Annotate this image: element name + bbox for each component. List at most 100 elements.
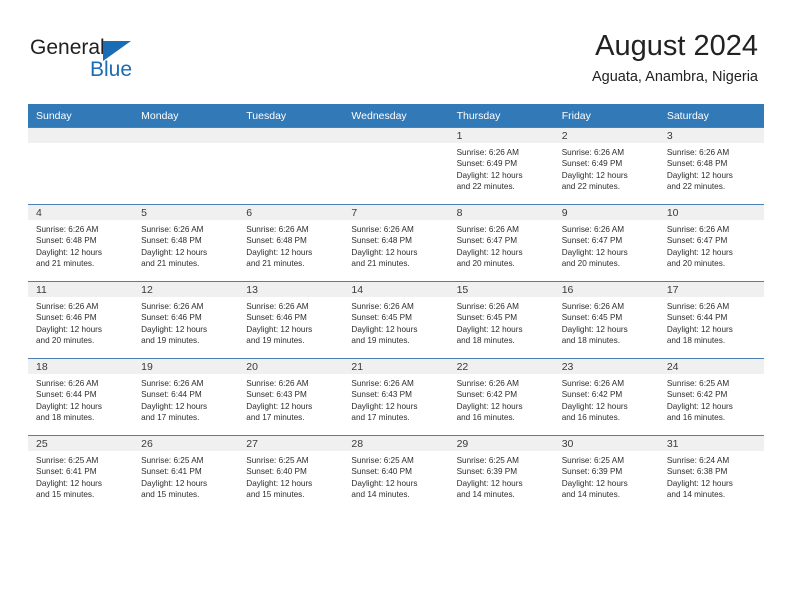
day-number — [28, 128, 134, 143]
daylight-text: and 20 minutes. — [36, 336, 95, 346]
daylight-text: Daylight: 12 hours — [351, 401, 418, 411]
daylight-text: and 21 minutes. — [36, 259, 95, 269]
day-details: Sunrise: 6:25 AM Sunset: 6:41 PM Daylight:… — [133, 451, 238, 501]
daylight-text: and 18 minutes. — [666, 336, 726, 346]
sunrise-text: Sunrise: 6:26 AM — [351, 379, 414, 388]
day-number: 25 — [28, 436, 134, 451]
daylight-text: Daylight: 12 hours — [36, 401, 102, 411]
calendar-day-cell[interactable]: 22 Sunrise: 6:26 AM Sunset: 6:42 PM Dayligh… — [448, 358, 554, 436]
calendar-day-cell[interactable]: 23 Sunrise: 6:26 AM Sunset: 6:42 PM Dayligh… — [553, 358, 659, 436]
day-number: 20 — [238, 359, 344, 374]
calendar-day-cell[interactable]: 18 Sunrise: 6:26 AM Sunset: 6:44 PM Dayligh… — [28, 358, 134, 436]
day-number: 10 — [658, 205, 764, 220]
calendar-day-cell[interactable]: 17 Sunrise: 6:26 AM Sunset: 6:44 PM Dayligh… — [658, 281, 764, 359]
calendar-day-cell[interactable]: 29 Sunrise: 6:25 AM Sunset: 6:39 PM Dayligh… — [448, 435, 554, 512]
weekday-header-tuesday: Tuesday — [238, 104, 344, 128]
calendar-day-cell[interactable]: 11 Sunrise: 6:26 AM Sunset: 6:46 PM Dayligh… — [28, 281, 134, 359]
day-details: Sunrise: 6:25 AM Sunset: 6:39 PM Daylight:… — [554, 451, 659, 501]
sunset-text: Sunset: 6:45 PM — [351, 313, 412, 323]
calendar-day-cell[interactable]: 12 Sunrise: 6:26 AM Sunset: 6:46 PM Dayligh… — [133, 281, 239, 359]
day-details: Sunrise: 6:26 AM Sunset: 6:46 PM Daylight:… — [133, 297, 238, 347]
day-details: Sunrise: 6:25 AM Sunset: 6:40 PM Daylight:… — [343, 451, 448, 501]
sunrise-text: Sunrise: 6:26 AM — [456, 225, 519, 234]
daylight-text: Daylight: 12 hours — [141, 324, 208, 334]
day-details: Sunrise: 6:26 AM Sunset: 6:47 PM Daylight:… — [554, 220, 659, 270]
sunset-text: Sunset: 6:41 PM — [141, 467, 202, 477]
daylight-text: and 20 minutes. — [561, 259, 620, 269]
daylight-text: Daylight: 12 hours — [666, 247, 733, 257]
sunset-text: Sunset: 6:44 PM — [36, 390, 97, 400]
calendar-day-cell[interactable]: 1 Sunrise: 6:26 AM Sunset: 6:49 PM Daylight… — [448, 127, 554, 205]
day-details: Sunrise: 6:26 AM Sunset: 6:48 PM Daylight:… — [343, 220, 448, 270]
calendar-day-cell-empty — [238, 127, 344, 205]
sunrise-text: Sunrise: 6:25 AM — [141, 456, 204, 465]
calendar-day-cell[interactable]: 30 Sunrise: 6:25 AM Sunset: 6:39 PM Dayligh… — [553, 435, 659, 512]
calendar-day-cell[interactable]: 14 Sunrise: 6:26 AM Sunset: 6:45 PM Dayligh… — [343, 281, 449, 359]
sunrise-text: Sunrise: 6:25 AM — [246, 456, 309, 465]
day-details: Sunrise: 6:26 AM Sunset: 6:48 PM Daylight:… — [133, 220, 238, 270]
day-details: Sunrise: 6:25 AM Sunset: 6:41 PM Daylight:… — [28, 451, 133, 501]
day-number: 16 — [553, 282, 659, 297]
calendar-day-cell[interactable]: 19 Sunrise: 6:26 AM Sunset: 6:44 PM Dayligh… — [133, 358, 239, 436]
day-number: 23 — [553, 359, 659, 374]
calendar-week-row: 25 Sunrise: 6:25 AM Sunset: 6:41 PM Dayligh… — [28, 435, 764, 512]
day-number: 2 — [553, 128, 659, 143]
calendar-day-cell[interactable]: 5 Sunrise: 6:26 AM Sunset: 6:48 PM Daylight… — [133, 204, 239, 282]
day-details: Sunrise: 6:26 AM Sunset: 6:43 PM Daylight:… — [343, 374, 448, 424]
calendar-day-cell[interactable]: 2 Sunrise: 6:26 AM Sunset: 6:49 PM Daylight… — [553, 127, 659, 205]
general-blue-logo: General Blue — [30, 36, 160, 82]
calendar-day-cell[interactable]: 24 Sunrise: 6:25 AM Sunset: 6:42 PM Dayligh… — [658, 358, 764, 436]
daylight-text: and 21 minutes. — [246, 259, 305, 269]
day-number: 29 — [448, 436, 554, 451]
day-number: 4 — [28, 205, 134, 220]
daylight-text: and 18 minutes. — [561, 336, 620, 346]
day-number: 22 — [448, 359, 554, 374]
sunrise-text: Sunrise: 6:26 AM — [351, 302, 414, 311]
calendar-day-cell[interactable]: 31 Sunrise: 6:24 AM Sunset: 6:38 PM Dayligh… — [658, 435, 764, 512]
weekday-header-wednesday: Wednesday — [343, 104, 449, 128]
logo-text-blue: Blue — [90, 58, 133, 81]
calendar-day-cell[interactable]: 16 Sunrise: 6:26 AM Sunset: 6:45 PM Dayligh… — [553, 281, 659, 359]
weekday-header-friday: Friday — [553, 104, 659, 128]
calendar-day-cell[interactable]: 10 Sunrise: 6:26 AM Sunset: 6:47 PM Dayligh… — [658, 204, 764, 282]
sunrise-text: Sunrise: 6:25 AM — [351, 456, 414, 465]
daylight-text: Daylight: 12 hours — [351, 324, 418, 334]
calendar-day-cell[interactable]: 3 Sunrise: 6:26 AM Sunset: 6:48 PM Daylight… — [658, 127, 764, 205]
day-number: 7 — [343, 205, 449, 220]
calendar-day-cell[interactable]: 9 Sunrise: 6:26 AM Sunset: 6:47 PM Daylight… — [553, 204, 659, 282]
day-number: 18 — [28, 359, 134, 374]
daylight-text: and 16 minutes. — [561, 413, 620, 423]
calendar-day-cell[interactable]: 6 Sunrise: 6:26 AM Sunset: 6:48 PM Daylight… — [238, 204, 344, 282]
calendar-day-cell[interactable]: 27 Sunrise: 6:25 AM Sunset: 6:40 PM Dayligh… — [238, 435, 344, 512]
calendar-day-cell[interactable]: 8 Sunrise: 6:26 AM Sunset: 6:47 PM Daylight… — [448, 204, 554, 282]
sunrise-text: Sunrise: 6:26 AM — [36, 379, 99, 388]
daylight-text: Daylight: 12 hours — [666, 324, 733, 334]
sunset-text: Sunset: 6:41 PM — [36, 467, 97, 477]
daylight-text: Daylight: 12 hours — [561, 401, 628, 411]
calendar-day-cell[interactable]: 26 Sunrise: 6:25 AM Sunset: 6:41 PM Dayligh… — [133, 435, 239, 512]
calendar-day-cell[interactable]: 21 Sunrise: 6:26 AM Sunset: 6:43 PM Dayligh… — [343, 358, 449, 436]
day-details: Sunrise: 6:26 AM Sunset: 6:44 PM Daylight:… — [659, 297, 764, 347]
sunset-text: Sunset: 6:42 PM — [456, 390, 518, 400]
calendar-day-cell[interactable]: 28 Sunrise: 6:25 AM Sunset: 6:40 PM Dayligh… — [343, 435, 449, 512]
daylight-text: Daylight: 12 hours — [141, 478, 208, 488]
calendar-day-cell[interactable]: 20 Sunrise: 6:26 AM Sunset: 6:43 PM Dayligh… — [238, 358, 344, 436]
day-details: Sunrise: 6:26 AM Sunset: 6:48 PM Daylight:… — [238, 220, 343, 270]
day-details: Sunrise: 6:26 AM Sunset: 6:43 PM Daylight:… — [238, 374, 343, 424]
calendar-day-cell[interactable]: 13 Sunrise: 6:26 AM Sunset: 6:46 PM Dayligh… — [238, 281, 344, 359]
daylight-text: and 20 minutes. — [456, 259, 515, 269]
page-title: August 2024 — [595, 30, 758, 62]
day-number: 31 — [658, 436, 764, 451]
calendar-day-cell[interactable]: 4 Sunrise: 6:26 AM Sunset: 6:48 PM Daylight… — [28, 204, 134, 282]
calendar-day-cell[interactable]: 7 Sunrise: 6:26 AM Sunset: 6:48 PM Daylight… — [343, 204, 449, 282]
calendar-day-cell[interactable]: 25 Sunrise: 6:25 AM Sunset: 6:41 PM Dayligh… — [28, 435, 134, 512]
sunrise-text: Sunrise: 6:26 AM — [351, 225, 414, 234]
calendar-day-cell[interactable]: 15 Sunrise: 6:26 AM Sunset: 6:45 PM Dayligh… — [448, 281, 554, 359]
day-number: 28 — [343, 436, 449, 451]
daylight-text: and 18 minutes. — [456, 336, 515, 346]
calendar-body: 1 Sunrise: 6:26 AM Sunset: 6:49 PM Daylight… — [28, 127, 764, 512]
daylight-text: and 15 minutes. — [36, 490, 95, 500]
daylight-text: and 14 minutes. — [561, 490, 620, 500]
daylight-text: Daylight: 12 hours — [36, 324, 102, 334]
sunrise-text: Sunrise: 6:26 AM — [456, 379, 519, 388]
